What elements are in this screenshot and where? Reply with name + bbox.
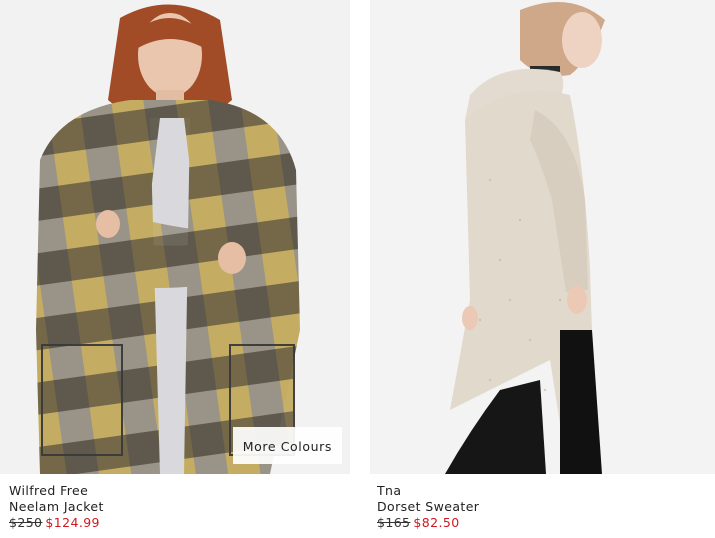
plaid-coat-illustration: [0, 0, 350, 474]
product-card-neelam-jacket[interactable]: More Colours Wilfred Free Neelam Jacket …: [0, 0, 350, 531]
product-name[interactable]: Neelam Jacket: [9, 499, 350, 515]
product-grid: More Colours Wilfred Free Neelam Jacket …: [0, 0, 715, 538]
sale-price: $82.50: [413, 515, 460, 530]
product-brand[interactable]: Wilfred Free: [9, 483, 350, 499]
product-info: Wilfred Free Neelam Jacket $250 $124.99: [0, 474, 350, 531]
original-price: $165: [377, 515, 411, 530]
product-name[interactable]: Dorset Sweater: [377, 499, 715, 515]
more-colours-button[interactable]: More Colours: [232, 427, 342, 464]
price-row: $250 $124.99: [9, 515, 350, 531]
product-card-dorset-sweater[interactable]: Tna Dorset Sweater $165 $82.50: [370, 0, 715, 531]
original-price: $250: [9, 515, 43, 530]
product-image-neelam-jacket[interactable]: More Colours: [0, 0, 350, 474]
product-brand[interactable]: Tna: [377, 483, 715, 499]
product-image-dorset-sweater[interactable]: [370, 0, 715, 474]
hooded-cardigan-illustration: [370, 0, 715, 474]
product-info: Tna Dorset Sweater $165 $82.50: [370, 474, 715, 531]
sale-price: $124.99: [45, 515, 100, 530]
price-row: $165 $82.50: [377, 515, 715, 531]
